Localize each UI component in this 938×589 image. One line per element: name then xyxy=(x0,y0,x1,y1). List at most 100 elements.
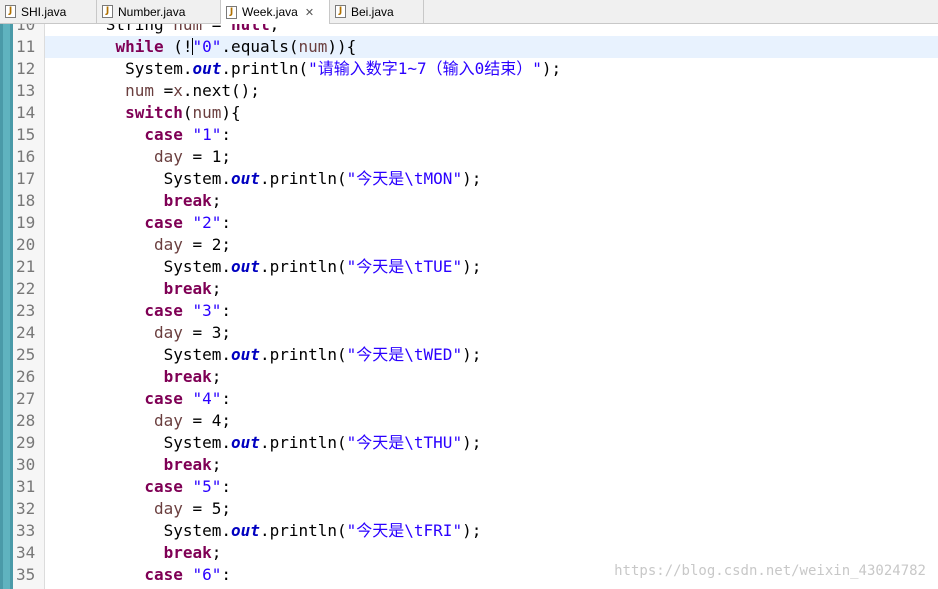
code-line[interactable]: String num = null; xyxy=(0,24,938,36)
code-token: .next(); xyxy=(182,81,260,100)
code-line[interactable]: System.out.println("今天是\tFRI"); xyxy=(0,520,938,542)
code-text: day = 3; xyxy=(48,322,231,344)
line-number: 34 xyxy=(16,543,36,562)
tab-shi-java[interactable]: J SHI.java xyxy=(0,0,97,23)
field-token: out xyxy=(231,345,260,364)
code-token: : xyxy=(221,125,232,144)
current-code-line[interactable]: while (!"0".equals(num)){ xyxy=(0,36,938,58)
line-number: 21 xyxy=(16,257,36,276)
code-text: break; xyxy=(48,190,222,212)
field-token: out xyxy=(231,521,260,540)
line-number: 15 xyxy=(16,125,36,144)
code-token: System. xyxy=(48,433,232,452)
field-token: out xyxy=(192,59,222,78)
tab-number-java[interactable]: J Number.java xyxy=(97,0,221,23)
code-token: ); xyxy=(462,257,482,276)
code-token: ; xyxy=(211,367,222,386)
keyword-token: break xyxy=(163,543,212,562)
code-token: ); xyxy=(462,345,482,364)
code-line[interactable]: break; xyxy=(0,278,938,300)
code-line[interactable]: day = 5; xyxy=(0,498,938,520)
code-token: : xyxy=(221,565,232,584)
code-token: ; xyxy=(211,279,222,298)
keyword-token: case xyxy=(144,125,183,144)
code-text: while (!"0".equals(num)){ xyxy=(48,36,356,58)
line-number: 32 xyxy=(16,499,36,518)
code-line[interactable]: case "2": xyxy=(0,212,938,234)
code-token: ; xyxy=(211,543,222,562)
variable-token: num xyxy=(173,24,203,34)
code-text: String num = null; xyxy=(48,24,279,36)
code-token: .println( xyxy=(259,169,347,188)
code-token: System. xyxy=(48,345,232,364)
string-token: "6" xyxy=(192,565,222,584)
code-line[interactable]: day = 2; xyxy=(0,234,938,256)
code-line[interactable]: System.out.println("请输入数字1~7（输入0结束）"); xyxy=(0,58,938,80)
code-token: = xyxy=(202,24,232,34)
variable-token: day xyxy=(153,323,183,342)
code-editor[interactable]: String num = null; while (!"0".equals(nu… xyxy=(0,24,938,589)
tab-label: Bei.java xyxy=(351,4,394,19)
code-text: day = 4; xyxy=(48,410,231,432)
code-text: System.out.println("今天是\tTHU"); xyxy=(48,432,482,454)
close-icon[interactable]: ✕ xyxy=(305,6,314,19)
code-token: ); xyxy=(462,433,482,452)
line-number: 20 xyxy=(16,235,36,254)
code-token: .println( xyxy=(259,433,347,452)
keyword-token: null xyxy=(231,24,270,34)
code-text: num =x.next(); xyxy=(48,80,260,102)
variable-token: day xyxy=(153,235,183,254)
code-line[interactable]: day = 4; xyxy=(0,410,938,432)
code-line[interactable]: System.out.println("今天是\tMON"); xyxy=(0,168,938,190)
code-token: : xyxy=(221,301,232,320)
tab-bei-java[interactable]: J Bei.java xyxy=(330,0,424,23)
code-line[interactable]: case "1": xyxy=(0,124,938,146)
code-line[interactable]: break; xyxy=(0,454,938,476)
code-line[interactable]: case "4": xyxy=(0,388,938,410)
code-line[interactable]: day = 1; xyxy=(0,146,938,168)
code-line[interactable]: System.out.println("今天是\tTHU"); xyxy=(0,432,938,454)
code-line[interactable]: case "3": xyxy=(0,300,938,322)
code-text: case "6": xyxy=(48,564,231,586)
line-number: 22 xyxy=(16,279,36,298)
code-text: switch(num){ xyxy=(48,102,241,124)
line-number: 18 xyxy=(16,191,36,210)
code-line[interactable]: break; xyxy=(0,542,938,564)
code-token: System. xyxy=(48,169,232,188)
keyword-token: break xyxy=(163,279,212,298)
code-line[interactable]: System.out.println("今天是\tTUE"); xyxy=(0,256,938,278)
tab-label: SHI.java xyxy=(21,4,67,19)
line-number: 16 xyxy=(16,147,36,166)
code-line[interactable]: break; xyxy=(0,366,938,388)
code-text: System.out.println("今天是\tWED"); xyxy=(48,344,482,366)
tab-week-java[interactable]: J Week.java ✕ xyxy=(221,0,330,24)
code-token: ){ xyxy=(221,103,241,122)
code-line[interactable]: day = 3; xyxy=(0,322,938,344)
code-line[interactable]: case "5": xyxy=(0,476,938,498)
code-line[interactable]: num =x.next(); xyxy=(0,80,938,102)
line-number: 29 xyxy=(16,433,36,452)
code-token: : xyxy=(221,213,232,232)
line-number: 14 xyxy=(16,103,36,122)
overview-ruler-strip xyxy=(0,24,13,589)
keyword-token: case xyxy=(144,301,183,320)
code-line[interactable]: switch(num){ xyxy=(0,102,938,124)
code-line[interactable]: System.out.println("今天是\tWED"); xyxy=(0,344,938,366)
line-number: 10 xyxy=(16,24,36,34)
code-line[interactable]: break; xyxy=(0,190,938,212)
java-file-icon: J xyxy=(335,5,346,18)
string-token: "5" xyxy=(192,477,222,496)
keyword-token: case xyxy=(144,213,183,232)
